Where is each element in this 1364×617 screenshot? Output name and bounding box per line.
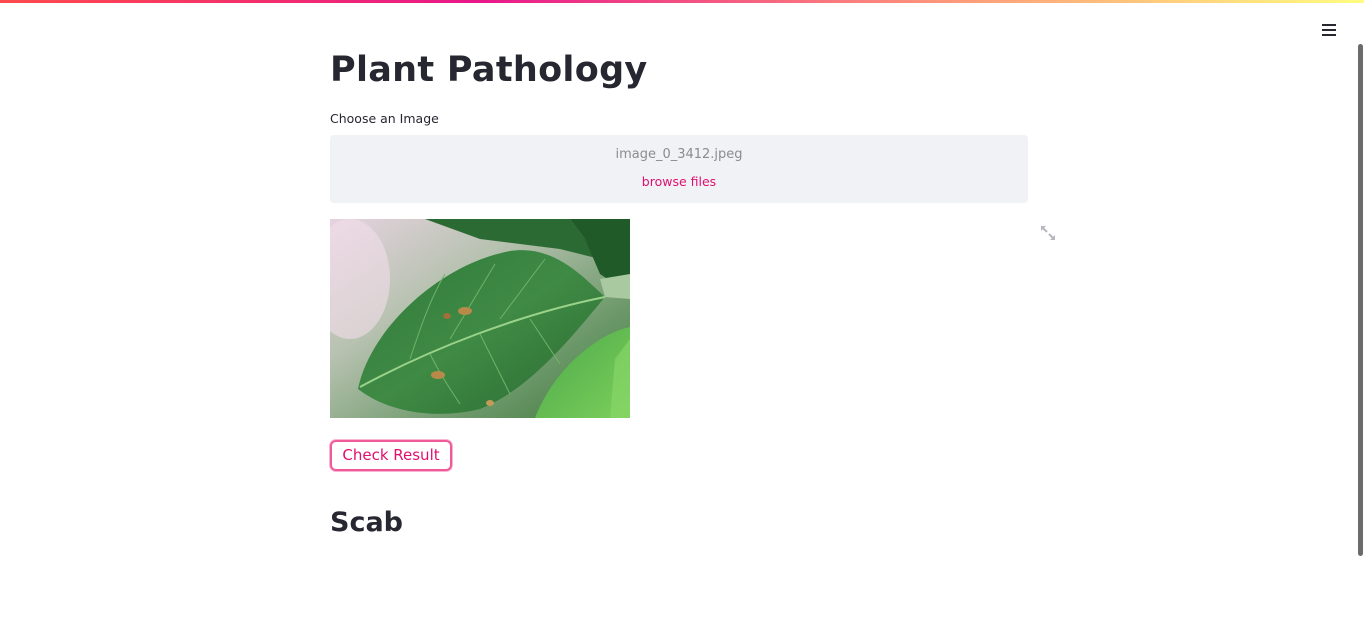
file-uploader-label: Choose an Image: [330, 111, 439, 126]
uploaded-file-name: image_0_3412.jpeg: [615, 147, 743, 162]
fullscreen-expand-icon[interactable]: [1039, 224, 1057, 242]
vertical-scrollbar[interactable]: [1358, 44, 1363, 556]
uploaded-leaf-image: [330, 219, 630, 418]
hamburger-menu-icon: [1322, 24, 1336, 26]
leaf-photo: [330, 219, 630, 418]
prediction-result: Scab: [330, 507, 403, 538]
browse-files-container: browse files: [330, 173, 1028, 190]
hamburger-menu-icon-line: [1322, 29, 1336, 31]
main-menu-button[interactable]: [1317, 19, 1341, 41]
page-title: Plant Pathology: [330, 50, 648, 90]
top-decoration-bar: [0, 0, 1364, 3]
browse-files-link[interactable]: browse files: [642, 174, 716, 189]
check-result-button[interactable]: Check Result: [330, 440, 452, 471]
hamburger-menu-icon-line: [1322, 34, 1336, 36]
